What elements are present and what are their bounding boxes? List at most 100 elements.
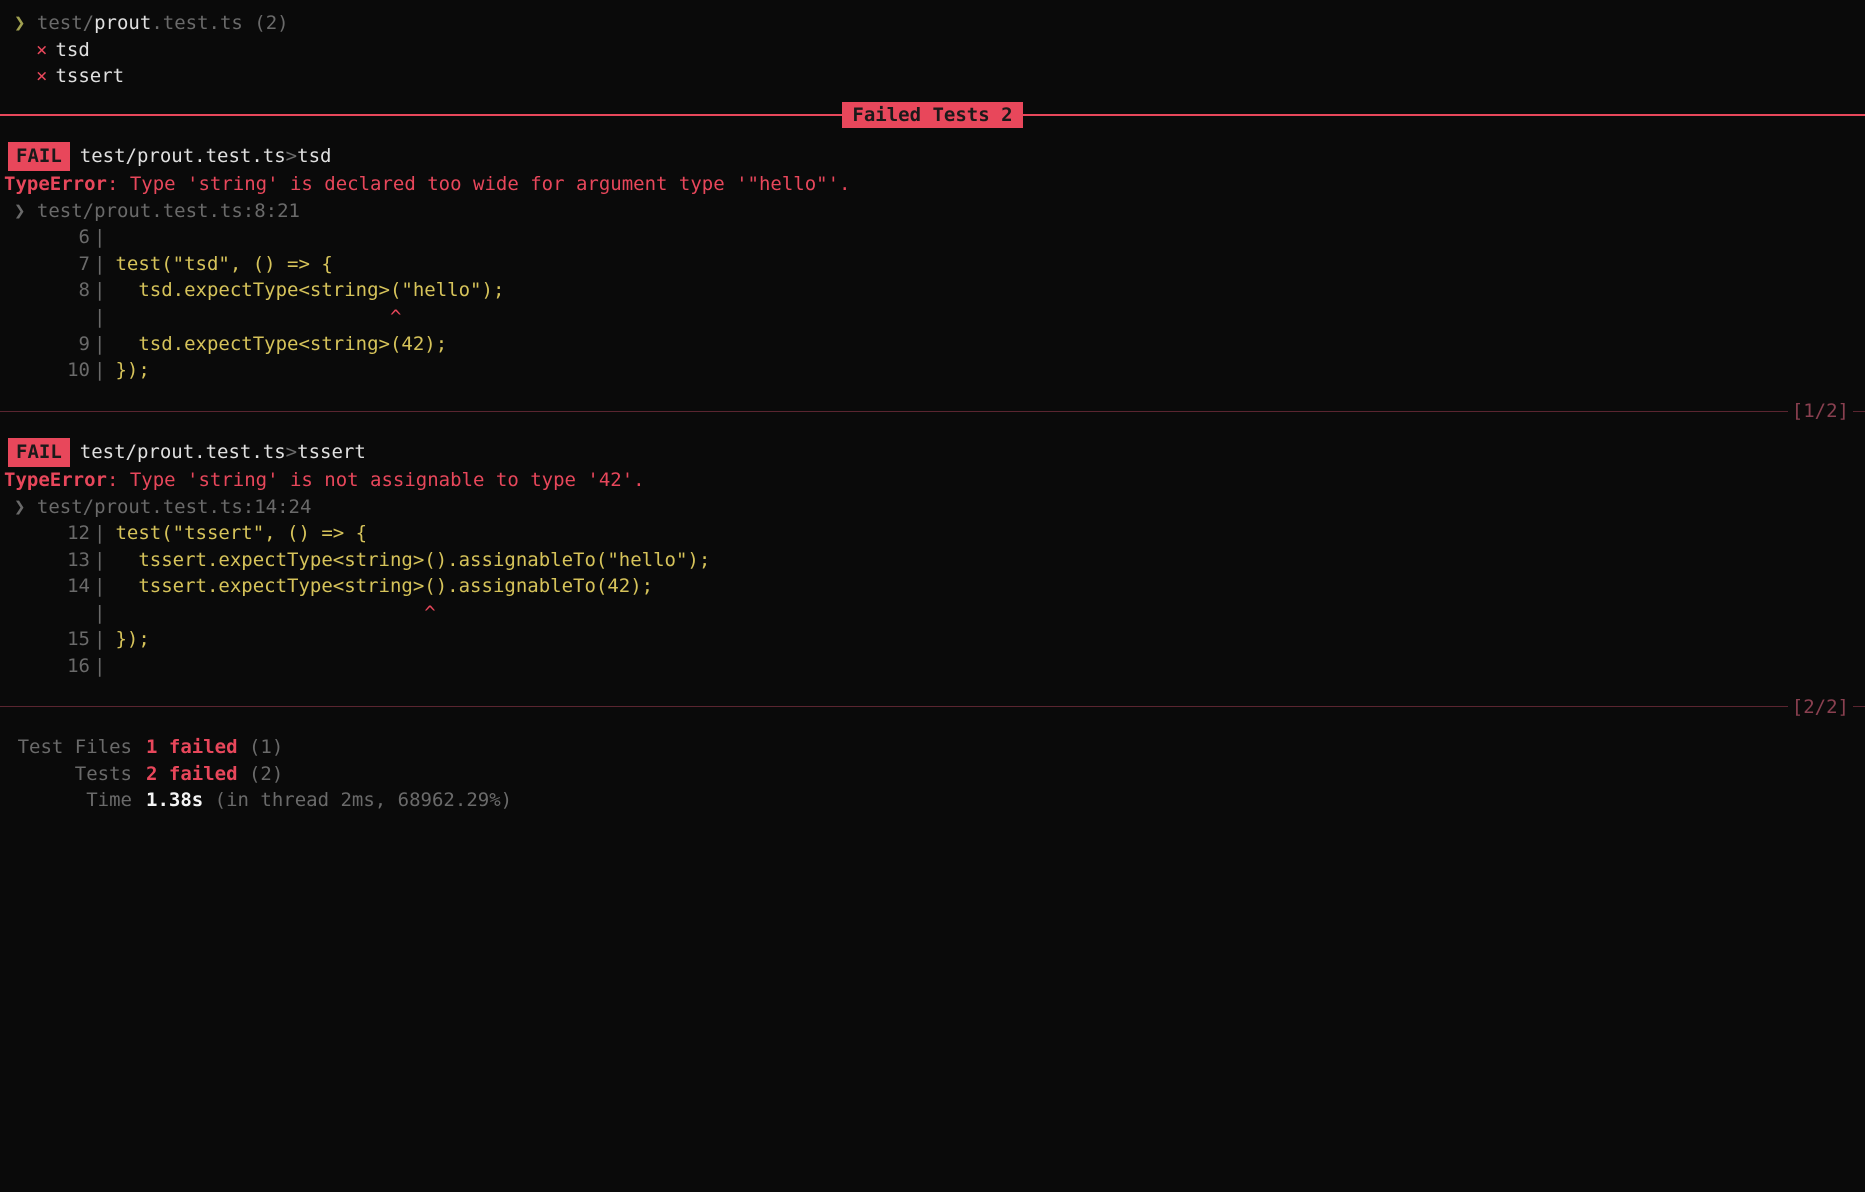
fail-x-icon: ×: [36, 39, 47, 61]
gutter-pipe: |: [94, 277, 115, 304]
failed-test-name: tsd: [55, 39, 89, 61]
gutter-pipe: |: [94, 626, 115, 653]
line-number: 14: [4, 573, 94, 600]
gutter-pipe: |: [94, 600, 115, 627]
failure-sep: >: [286, 439, 297, 466]
line-number: [4, 304, 94, 331]
failure-path: test/prout.test.ts: [80, 143, 286, 170]
summary-suffix: (in thread 2ms, 68962.29%): [215, 789, 512, 811]
error-type: TypeError: [4, 469, 107, 491]
failure-block: FAIL test/prout.test.ts > tssert TypeError…: [0, 438, 1865, 720]
line-number: 8: [4, 277, 94, 304]
failure-test-name: tsd: [297, 143, 331, 170]
failure-counter: [2/2]: [1788, 694, 1853, 721]
chevron-icon: ❯: [14, 12, 25, 34]
error-location: ❯ test/prout.test.ts:14:24: [0, 494, 1865, 521]
failure-counter: [1/2]: [1788, 398, 1853, 425]
chevron-icon: ❯: [14, 200, 37, 222]
failure-divider: [2/2]: [0, 694, 1865, 721]
code-line: 8| tsd.expectType<string>("hello");: [4, 277, 1865, 304]
gutter-pipe: |: [94, 573, 115, 600]
divider-line: [1853, 411, 1865, 412]
code-snippet: 6|7|test("tsd", () => {8| tsd.expectType…: [0, 224, 1865, 384]
divider-line: [0, 114, 842, 116]
file-path-prefix: test/: [37, 12, 94, 34]
gutter-pipe: |: [94, 304, 115, 331]
code-text: tsd.expectType<string>(42);: [115, 331, 447, 358]
failure-block: FAILtest/prout.test.ts > tsdTypeError: T…: [0, 142, 1865, 424]
code-text: test("tsd", () => {: [115, 251, 332, 278]
failure-header: FAIL test/prout.test.ts > tssert: [0, 438, 1865, 467]
failure-path: test/prout.test.ts: [80, 439, 286, 466]
code-line: 14| tssert.expectType<string>().assignab…: [4, 573, 1865, 600]
line-number: 13: [4, 547, 94, 574]
fail-x-icon: ×: [36, 65, 47, 87]
summary-label: Tests: [4, 761, 136, 788]
failure-test-name: tssert: [297, 439, 366, 466]
code-line: 7|test("tsd", () => {: [4, 251, 1865, 278]
line-number: 16: [4, 653, 94, 680]
gutter-pipe: |: [94, 520, 115, 547]
divider-line: [1023, 114, 1865, 116]
divider-label: Failed Tests 2: [842, 102, 1022, 129]
caret-line: | ^: [4, 304, 1865, 331]
line-number: 12: [4, 520, 94, 547]
chevron-icon: ❯: [14, 496, 37, 518]
summary-value: 2 failed: [146, 763, 238, 785]
code-line: 10|});: [4, 357, 1865, 384]
error-line: TypeError: Type 'string' is declared too…: [0, 171, 1865, 198]
divider-line: [1853, 706, 1865, 707]
fail-badge: FAIL: [8, 142, 70, 171]
test-count: (2): [254, 12, 288, 34]
summary-suffix: (1): [249, 736, 283, 758]
error-message: : Type 'string' is not assignable to typ…: [107, 469, 645, 491]
location-text: test/prout.test.ts:14:24: [37, 496, 312, 518]
summary-block: Test Files 1 failed (1) Tests 2 failed (…: [0, 734, 1865, 814]
error-message: : Type 'string' is declared too wide for…: [107, 173, 851, 195]
failed-tests-divider: Failed Tests 2: [0, 102, 1865, 129]
summary-label: Time: [4, 787, 136, 814]
code-text: ^: [115, 600, 435, 627]
summary-label: Test Files: [4, 734, 136, 761]
error-type: TypeError: [4, 173, 107, 195]
code-snippet: 12|test("tssert", () => {13| tssert.expe…: [0, 520, 1865, 680]
divider-line: [0, 411, 1788, 412]
code-text: tsd.expectType<string>("hello");: [115, 277, 504, 304]
code-text: tssert.expectType<string>().assignableTo…: [115, 547, 710, 574]
location-text: test/prout.test.ts:8:21: [37, 200, 300, 222]
divider-line: [0, 706, 1788, 707]
failure-divider: [1/2]: [0, 398, 1865, 425]
failed-test-item: × tsd: [0, 37, 1865, 64]
gutter-pipe: |: [94, 547, 115, 574]
gutter-pipe: |: [94, 331, 115, 358]
failure-header: FAIL test/prout.test.ts > tsd: [0, 142, 1865, 171]
summary-time: Time 1.38s (in thread 2ms, 68962.29%): [4, 787, 1865, 814]
code-line: 15|});: [4, 626, 1865, 653]
line-number: 9: [4, 331, 94, 358]
code-text: });: [115, 357, 149, 384]
code-text: ^: [115, 304, 401, 331]
code-text: });: [115, 626, 149, 653]
code-line: 13| tssert.expectType<string>().assignab…: [4, 547, 1865, 574]
line-number: 7: [4, 251, 94, 278]
line-number: [4, 600, 94, 627]
summary-value: 1.38s: [146, 789, 203, 811]
fail-badge: FAIL: [8, 438, 70, 467]
gutter-pipe: |: [94, 653, 115, 680]
code-line: 16|: [4, 653, 1865, 680]
failed-test-name: tssert: [55, 65, 124, 87]
file-path-suffix: .test.ts: [151, 12, 243, 34]
gutter-pipe: |: [94, 357, 115, 384]
error-location: ❯ test/prout.test.ts:8:21: [0, 198, 1865, 225]
failure-sep: >: [286, 143, 297, 170]
summary-value: 1 failed: [146, 736, 238, 758]
line-number: 15: [4, 626, 94, 653]
summary-tests: Tests 2 failed (2): [4, 761, 1865, 788]
line-number: 6: [4, 224, 94, 251]
gutter-pipe: |: [94, 251, 115, 278]
test-file-header: ❯ test/prout.test.ts (2): [0, 10, 1865, 37]
gutter-pipe: |: [94, 224, 115, 251]
code-text: tssert.expectType<string>().assignableTo…: [115, 573, 653, 600]
code-line: 12|test("tssert", () => {: [4, 520, 1865, 547]
code-line: 9| tsd.expectType<string>(42);: [4, 331, 1865, 358]
